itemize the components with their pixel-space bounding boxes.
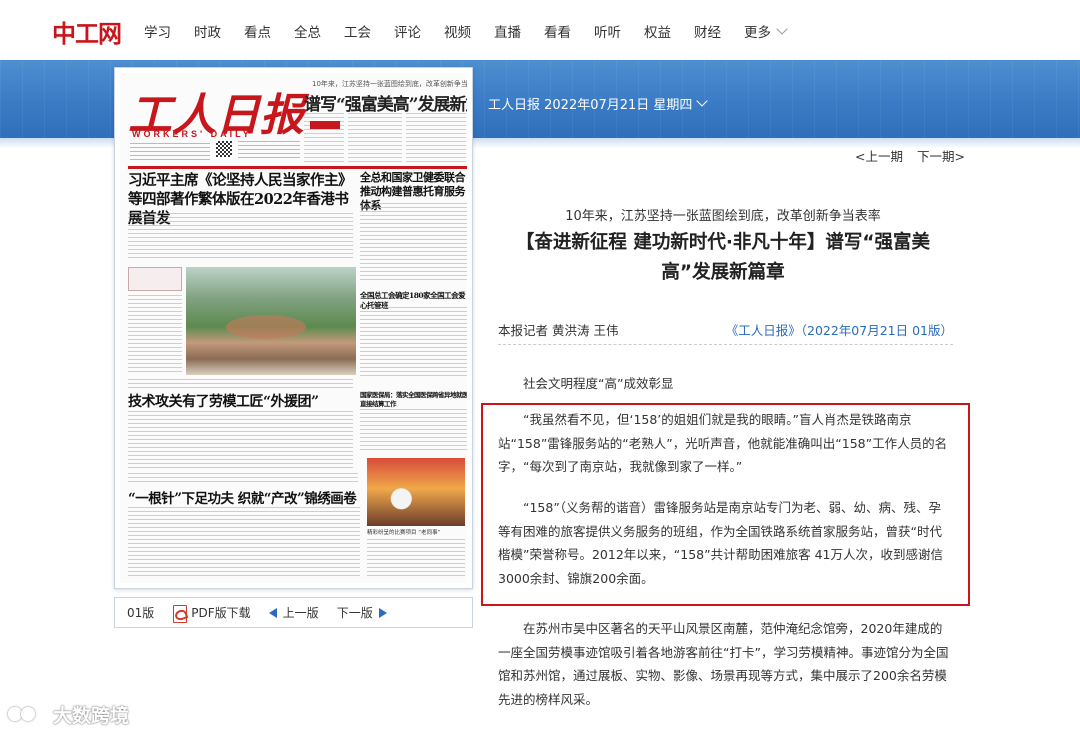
page-top-headline: 谱写“强富美高”发展新篇章 [304, 95, 467, 115]
watermark-logo-icon [8, 704, 48, 726]
top-nav: 中工网 学习 时政 看点 全总 工会 评论 视频 直播 看看 听听 权益 财经 … [0, 0, 1080, 60]
pdf-download-link[interactable]: PDF版下载 [172, 604, 251, 623]
next-page-label: 下一版 [336, 606, 373, 620]
text-column [128, 473, 358, 483]
text-column [128, 507, 360, 579]
nav-item-watch[interactable]: 看看 [544, 21, 571, 41]
issue-date-label: 工人日报 2022年07月21日 星期四 [488, 98, 693, 113]
red-label [310, 121, 340, 129]
watermark: 大数跨境 [8, 701, 129, 728]
nav-item-rights[interactable]: 权益 [644, 21, 671, 41]
article-paragraph: “158”（义务帮的谐音）雷锋服务站是南京站专门为老、弱、幼、病、残、孕等有困难… [498, 500, 943, 586]
prev-page-link[interactable]: 上一版 [268, 604, 319, 621]
article-paragraph: 社会文明程度“高”成效彰显 [523, 376, 674, 391]
qr-code [216, 141, 232, 157]
article-paragraph: “我虽然看不见，但‘158’的姐姐们就是我的眼睛。”盲人肖杰是铁路南京站“158… [498, 412, 948, 474]
text-column [406, 113, 466, 163]
page-kicker: 10年来，江苏坚持一张蓝图绘到底，改革创新争当表率 [312, 80, 467, 88]
text-column [128, 379, 353, 389]
side-headline-3: 国家医保局：落实全国医保跨省异地就医直接结算工作 [360, 391, 467, 408]
text-column [348, 113, 402, 163]
next-period-link[interactable]: 下一期> [917, 149, 965, 164]
text-column [360, 307, 467, 377]
chevron-down-icon [776, 22, 788, 35]
prev-page-label: 上一版 [282, 606, 319, 620]
article-byline: 本报记者 黄洪涛 王伟 《工人日报》（2022年07月21日 01版） [498, 320, 953, 339]
issue-date-select[interactable]: 工人日报 2022年07月21日 星期四 [488, 94, 709, 113]
masthead-rule [128, 166, 467, 169]
chevron-down-icon [696, 95, 709, 107]
nav-item-commentary[interactable]: 评论 [394, 21, 421, 41]
event-photo [367, 458, 465, 526]
page-number[interactable]: 01版 [127, 604, 154, 621]
nav-item-federation[interactable]: 全总 [294, 21, 321, 41]
village-photo [186, 267, 356, 375]
masthead-info-2 [238, 141, 300, 161]
pdf-download-label: PDF版下载 [191, 606, 251, 620]
text-column [128, 295, 182, 375]
nav-list: 学习 时政 看点 全总 工会 评论 视频 直播 看看 听听 权益 财经 更多 [144, 21, 809, 41]
byline-authors: 本报记者 黄洪涛 王伟 [498, 323, 619, 338]
event-photo-caption: 精彩纷呈的比赛项目 “老同事” [367, 530, 441, 536]
nav-more-menu[interactable]: 更多 [744, 21, 788, 41]
newspaper-page[interactable]: 工人日报 WORKERS' DAILY 10年来，江苏坚持一张蓝图绘到底，改革创… [114, 67, 473, 589]
nav-item-highlights[interactable]: 看点 [244, 21, 271, 41]
nav-item-finance[interactable]: 财经 [694, 21, 721, 41]
next-page-link[interactable]: 下一版 [337, 604, 387, 621]
text-column [128, 411, 353, 471]
nav-item-video[interactable]: 视频 [444, 21, 471, 41]
page-headline-2: 技术攻关有了劳模工匠“外援团” [128, 394, 319, 410]
page-headline-3: “一根针”下足功夫 织就“产改”锦绣画卷 [128, 491, 357, 507]
period-nav: <上一期 下一期> [855, 146, 965, 165]
watermark-text: 大数跨境 [53, 705, 130, 727]
article-source: 《工人日报》（2022年07月21日 01版） [725, 323, 953, 338]
masthead-info [130, 143, 210, 161]
byline-divider [498, 344, 953, 345]
text-column [360, 203, 467, 283]
text-column [360, 409, 467, 453]
nav-item-study[interactable]: 学习 [144, 21, 171, 41]
nav-item-listen[interactable]: 听听 [594, 21, 621, 41]
triangle-right-icon [378, 607, 387, 618]
masthead-en: WORKERS' DAILY [132, 129, 252, 139]
prev-period-link[interactable]: <上一期 [855, 149, 903, 164]
newspaper-image: 工人日报 WORKERS' DAILY 10年来，江苏坚持一张蓝图绘到底，改革创… [120, 73, 467, 583]
article-title: 【奋进新征程 建功新时代·非凡十年】谱写“强富美高”发展新篇章 [515, 232, 931, 283]
sidebar-box [128, 267, 182, 291]
nav-item-politics[interactable]: 时政 [194, 21, 221, 41]
nav-item-union[interactable]: 工会 [344, 21, 371, 41]
nav-item-live[interactable]: 直播 [494, 21, 521, 41]
page-pager: 01版 PDF版下载 上一版 下一版 [114, 597, 473, 628]
article-paragraph: 在苏州市吴中区著名的天平山风景区南麓，范仲淹纪念馆旁，2020年建成的一座全国劳… [498, 621, 949, 707]
site-logo[interactable]: 中工网 [52, 14, 122, 49]
pdf-icon [172, 604, 188, 623]
text-column [128, 213, 353, 261]
triangle-left-icon [268, 607, 277, 618]
nav-more-label: 更多 [744, 25, 771, 41]
text-column [367, 539, 465, 579]
article-subtitle: 10年来，江苏坚持一张蓝图绘到底，改革创新争当表率 [565, 209, 881, 224]
